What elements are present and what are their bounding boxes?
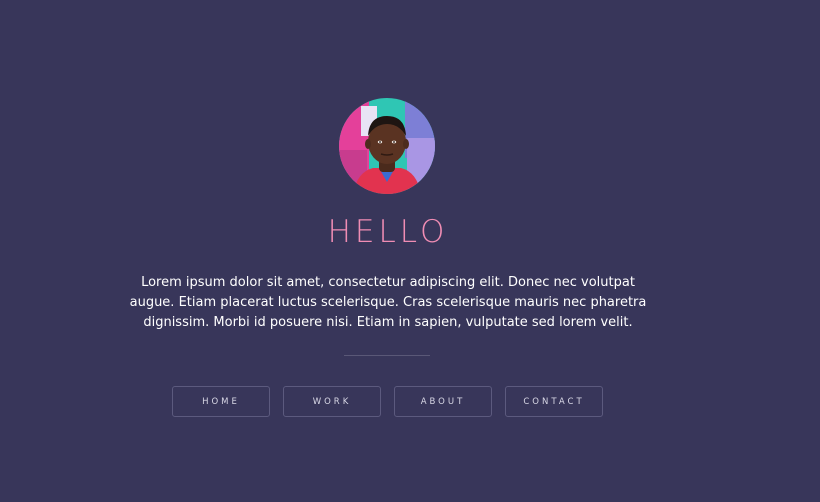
avatar-photo bbox=[339, 98, 435, 194]
page-title: HELLO bbox=[327, 214, 449, 250]
nav-about-button[interactable]: ABOUT bbox=[394, 386, 492, 417]
nav-home-button[interactable]: HOME bbox=[172, 386, 270, 417]
avatar bbox=[339, 98, 435, 194]
main-nav: HOME WORK ABOUT CONTACT bbox=[172, 386, 603, 417]
nav-contact-button[interactable]: CONTACT bbox=[505, 386, 603, 417]
page: HELLO Lorem ipsum dolor sit amet, consec… bbox=[0, 0, 820, 502]
divider bbox=[344, 355, 430, 356]
nav-work-button[interactable]: WORK bbox=[283, 386, 381, 417]
intro-text: Lorem ipsum dolor sit amet, consectetur … bbox=[129, 275, 647, 330]
